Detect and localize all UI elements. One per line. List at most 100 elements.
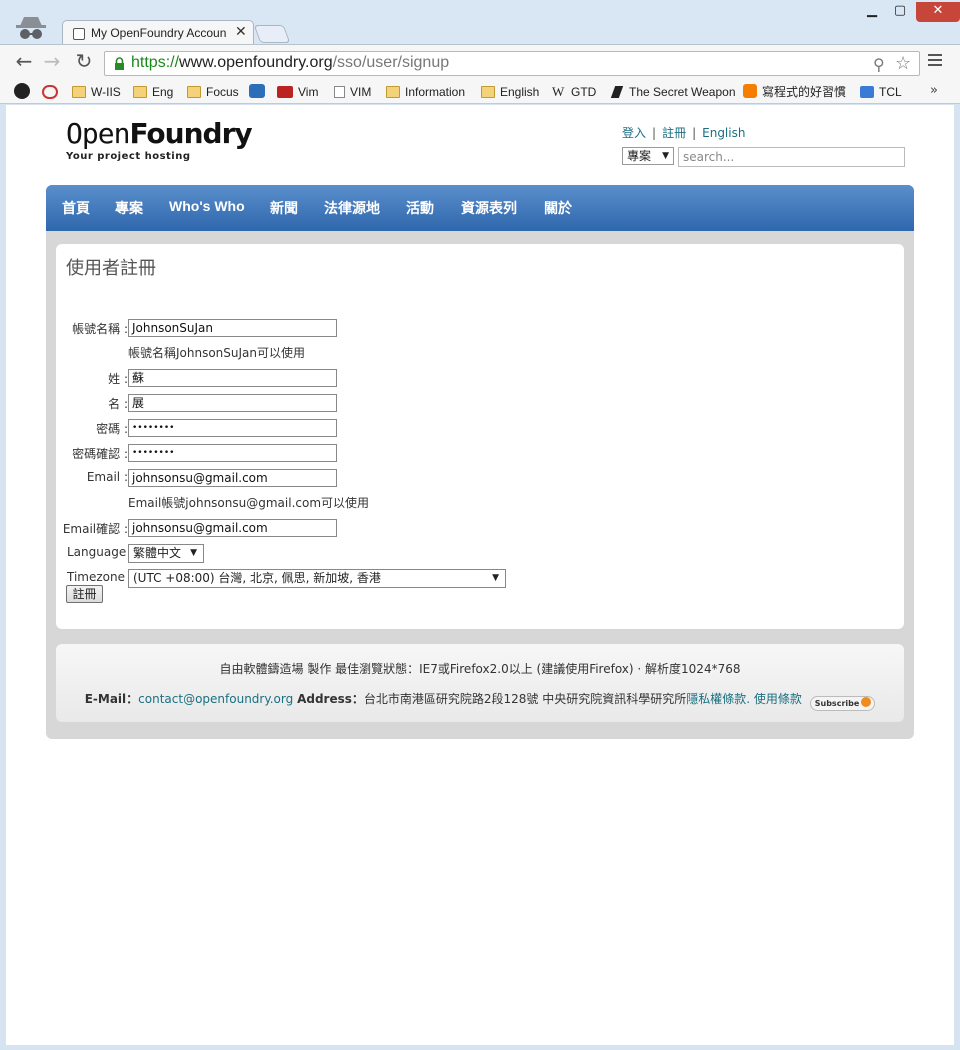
bookmark-star-icon[interactable]: ☆ xyxy=(895,53,911,74)
lock-icon xyxy=(115,57,124,70)
main-navbar: 首頁 專案 Who's Who 新聞 法律源地 活動 資源表列 關於 xyxy=(46,185,914,231)
folder-icon xyxy=(386,86,400,98)
bookmark-tcl[interactable]: TCL xyxy=(860,83,902,101)
blogger-icon xyxy=(743,84,757,98)
address-bar[interactable]: https://www.openfoundry.org/sso/user/sig… xyxy=(104,51,920,76)
email-confirm-label: Email確認 : xyxy=(62,522,128,536)
bookmark-vim-page[interactable]: VIM xyxy=(334,83,371,101)
bookmark-eng[interactable]: Eng xyxy=(133,83,173,101)
bookmarks-bar: W-IIS Eng Focus Vim VIM Information Engl… xyxy=(0,80,960,104)
page-title: 使用者註冊 xyxy=(66,258,156,278)
forward-button[interactable]: → xyxy=(40,51,64,73)
nav-about[interactable]: 關於 xyxy=(544,198,572,218)
wikipedia-icon: W xyxy=(552,84,565,99)
page-favicon-icon xyxy=(73,28,85,40)
app-icon xyxy=(249,84,265,98)
firstname-row: 名 : 展 xyxy=(56,394,904,412)
email-field[interactable]: johnsonsu@gmail.com xyxy=(128,469,337,487)
bookmark-vim[interactable]: Vim xyxy=(277,83,318,101)
back-button[interactable]: ← xyxy=(12,51,36,73)
nav-projects[interactable]: 專案 xyxy=(115,198,143,218)
search-input[interactable]: search... xyxy=(678,147,905,167)
username-label: 帳號名稱 : xyxy=(72,322,128,336)
bookmark-app[interactable] xyxy=(249,83,270,101)
language-row: Language : 繁體中文 ▼ xyxy=(56,544,904,563)
window-maximize-button[interactable]: ▢ xyxy=(888,2,912,22)
new-tab-button[interactable] xyxy=(253,25,291,43)
bookmark-wsd[interactable] xyxy=(42,83,63,101)
english-link[interactable]: English xyxy=(702,126,745,140)
nav-whos-who[interactable]: Who's Who xyxy=(169,198,245,214)
bookmark-github[interactable] xyxy=(14,83,35,101)
password-label: 密碼 : xyxy=(96,422,128,436)
username-hint: 帳號名稱JohnsonSuJan可以使用 xyxy=(128,346,306,360)
lastname-field[interactable]: 蘇 xyxy=(128,369,337,387)
main-frame: 首頁 專案 Who's Who 新聞 法律源地 活動 資源表列 關於 使用者註冊… xyxy=(46,185,914,739)
folder-icon xyxy=(72,86,86,98)
terms-link[interactable]: 使用條款 xyxy=(754,692,802,706)
password-confirm-field[interactable]: •••••••• xyxy=(128,444,337,462)
footer-info: 自由軟體鑄造場 製作 最佳瀏覽狀態：IE7或Firefox2.0以上 (建議使用… xyxy=(219,662,741,676)
window-minimize-button[interactable]: ▁ xyxy=(860,2,884,22)
reload-button[interactable]: ↻ xyxy=(72,51,96,73)
privacy-link[interactable]: 隱私權條款. xyxy=(686,692,750,706)
openfoundry-logo[interactable]: OpenFoundry Your project hosting xyxy=(66,117,253,163)
bookmark-information[interactable]: Information xyxy=(386,83,465,101)
register-submit-button[interactable]: 註冊 xyxy=(66,585,103,603)
account-links: 登入 | 註冊 | English xyxy=(622,124,745,141)
firstname-field[interactable]: 展 xyxy=(128,394,337,412)
timezone-select[interactable]: (UTC +08:00) 台灣, 北京, 佩思, 新加坡, 香港 ▼ xyxy=(128,569,506,588)
browser-tab[interactable]: My OpenFoundry Accoun ✕ xyxy=(62,20,254,46)
chrome-menu-icon[interactable] xyxy=(928,54,942,69)
logo-tagline: Your project hosting xyxy=(66,151,191,162)
url-text: https://www.openfoundry.org/sso/user/sig… xyxy=(131,54,450,71)
email-confirm-field[interactable]: johnsonsu@gmail.com xyxy=(128,519,337,537)
bookmark-gtd[interactable]: W GTD xyxy=(552,83,596,101)
bookmark-focus[interactable]: Focus xyxy=(187,83,239,101)
footer-address: 台北市南港區研究院路2段128號 中央研究院資訊科學研究所 xyxy=(363,692,687,706)
nav-legal[interactable]: 法律源地 xyxy=(324,198,380,218)
nav-news[interactable]: 新聞 xyxy=(270,198,298,218)
password-row: 密碼 : •••••••• xyxy=(56,419,904,437)
footer-contact: E-Mail：contact@openfoundry.org Address：台… xyxy=(56,690,904,711)
browser-toolbar: ← → ↻ https://www.openfoundry.org/sso/us… xyxy=(0,44,960,80)
dropdown-arrow-icon: ▼ xyxy=(662,151,669,161)
login-link[interactable]: 登入 xyxy=(622,126,646,140)
dropdown-arrow-icon: ▼ xyxy=(190,548,197,558)
email-label: Email : xyxy=(86,470,128,484)
bookmark-english[interactable]: English xyxy=(481,83,539,101)
password-confirm-row: 密碼確認 : •••••••• xyxy=(56,444,904,462)
page-icon xyxy=(334,86,345,98)
search-scope-value: 專案 xyxy=(627,149,652,163)
signup-panel: 使用者註冊 帳號名稱 : JohnsonSuJan 帳號名稱JohnsonSuJ… xyxy=(56,244,904,629)
language-select[interactable]: 繁體中文 ▼ xyxy=(128,544,204,563)
folder-icon xyxy=(133,86,147,98)
lastname-row: 姓 : 蘇 xyxy=(56,369,904,387)
tab-close-icon[interactable]: ✕ xyxy=(235,24,247,40)
subscribe-badge[interactable]: Subscribe xyxy=(809,696,876,711)
window-titlebar: My OpenFoundry Accoun ✕ ▁ ▢ ✕ xyxy=(0,0,960,46)
bookmark-w-iis[interactable]: W-IIS xyxy=(72,83,121,101)
username-field[interactable]: JohnsonSuJan xyxy=(128,319,337,337)
window-close-button[interactable]: ✕ xyxy=(916,2,960,22)
wsd-icon xyxy=(42,85,58,99)
email-row: Email : johnsonsu@gmail.com xyxy=(56,469,904,487)
nav-resources[interactable]: 資源表列 xyxy=(461,198,517,218)
nav-home[interactable]: 首頁 xyxy=(62,198,90,218)
nav-events[interactable]: 活動 xyxy=(406,198,434,218)
password-field[interactable]: •••••••• xyxy=(128,419,337,437)
username-row: 帳號名稱 : JohnsonSuJan xyxy=(56,319,904,337)
logo-wordmark: OpenFoundry xyxy=(66,117,253,150)
bookmarks-overflow-icon[interactable]: » xyxy=(930,83,938,98)
footer-email-label: E-Mail： xyxy=(84,692,139,706)
page-viewport: OpenFoundry Your project hosting 登入 | 註冊 | E… xyxy=(6,105,954,1045)
rss-icon xyxy=(861,697,872,707)
contact-email-link[interactable]: contact@openfoundry.org xyxy=(138,692,293,706)
search-scope-select[interactable]: 專案 ▼ xyxy=(622,147,674,165)
bookmark-blog[interactable]: 寫程式的好習慣 xyxy=(743,83,846,101)
password-confirm-label: 密碼確認 : xyxy=(72,447,128,461)
register-link[interactable]: 註冊 xyxy=(662,126,686,140)
zoom-icon[interactable]: ⚲ xyxy=(873,55,885,74)
bookmark-secret-weapon[interactable]: The Secret Weapon xyxy=(610,83,736,101)
folder-icon xyxy=(481,86,495,98)
